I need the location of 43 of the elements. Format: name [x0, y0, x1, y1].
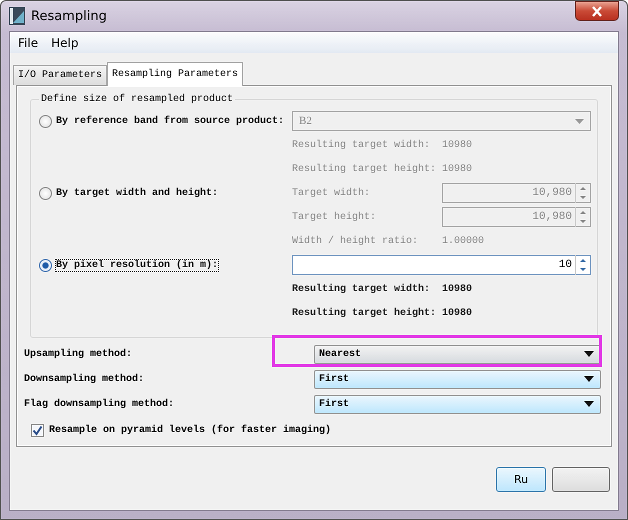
checkbox[interactable] — [31, 424, 44, 437]
window-title: Resampling — [31, 8, 107, 24]
method-dropdown[interactable]: First — [314, 394, 601, 414]
radio-button[interactable] — [39, 258, 52, 272]
readout-value: 10980 — [442, 140, 472, 150]
readout-value: 10980 — [442, 164, 472, 174]
tab[interactable]: I/O Parameters — [13, 65, 108, 85]
readout-value: 10980 — [442, 308, 472, 318]
method-label: Flag downsampling method: — [24, 398, 176, 410]
run-button[interactable]: Ru — [496, 467, 546, 492]
close-button[interactable] — [575, 1, 619, 21]
menu-item[interactable]: File — [10, 36, 44, 50]
app-icon — [9, 7, 25, 25]
radio-label[interactable]: By target width and height: — [56, 188, 218, 198]
radio-button[interactable] — [39, 186, 52, 200]
number-spinner[interactable]: 10 — [292, 255, 591, 275]
tab[interactable]: Resampling Parameters — [107, 62, 244, 86]
dropdown-arrow-icon — [575, 118, 584, 124]
readout-label: Resulting target height: — [292, 164, 438, 174]
radio-label[interactable]: By reference band from source product: — [56, 116, 284, 126]
menu-item[interactable]: Help — [43, 36, 84, 50]
readout-label: Width / height ratio: — [292, 236, 420, 246]
dropdown-arrow-icon — [584, 376, 594, 382]
method-dropdown[interactable]: Nearest — [314, 344, 601, 364]
readout-label: Resulting target height: — [292, 308, 438, 318]
group-title: Define size of resampled product — [40, 94, 234, 105]
dropdown-arrow-icon — [584, 351, 594, 357]
radio-button[interactable] — [39, 114, 52, 128]
method-label: Upsampling method: — [24, 348, 134, 360]
dialog-button[interactable] — [552, 467, 610, 492]
readout-value: 1.00000 — [442, 236, 484, 246]
dropdown-arrow-icon — [584, 401, 594, 407]
method-label: Downsampling method: — [24, 374, 146, 384]
checkmark-icon — [32, 425, 43, 436]
readout-label: Resulting target width: — [292, 140, 432, 150]
close-icon — [591, 6, 603, 16]
method-dropdown[interactable]: First — [314, 370, 601, 388]
radio-label[interactable]: By pixel resolution (in m): — [56, 260, 218, 270]
readout-value: 10980 — [442, 284, 472, 294]
field-label: Target height: — [292, 212, 378, 222]
checkbox-label[interactable]: Resample on pyramid levels (for faster imaging) — [49, 425, 332, 436]
field-label: Target width: — [292, 188, 372, 198]
readout-label: Resulting target width: — [292, 284, 432, 294]
